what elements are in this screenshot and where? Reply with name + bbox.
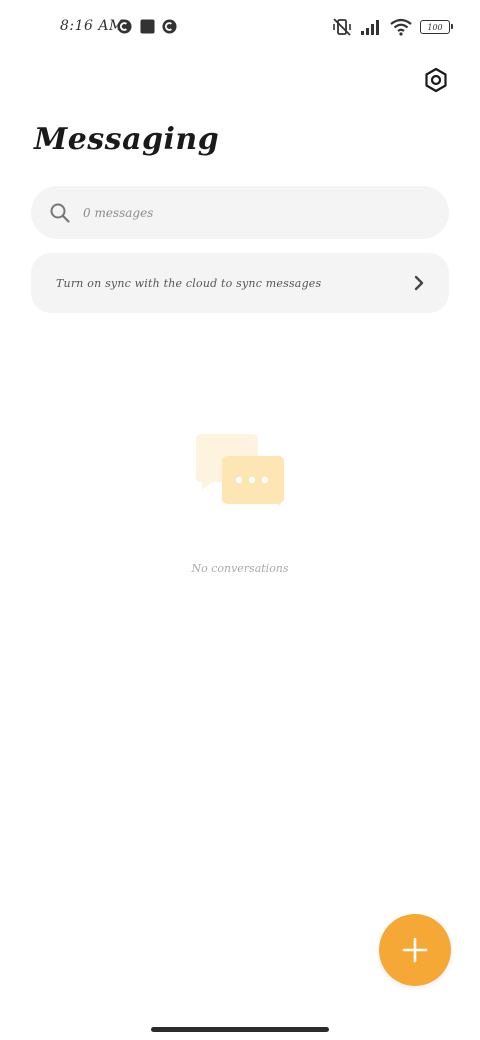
sync-banner-text: Turn on sync with the cloud to sync mess… — [56, 276, 322, 290]
status-indicators: 100 — [332, 16, 453, 38]
empty-state-text: No conversations — [191, 562, 289, 575]
cellular-signal-icon — [361, 20, 379, 35]
notification-c-icon — [162, 19, 177, 34]
status-bar: 8:16 AM 100 — [0, 0, 480, 56]
status-time: 8:16 AM — [60, 18, 124, 34]
plus-icon — [402, 937, 428, 963]
search-bar[interactable] — [31, 186, 449, 239]
chevron-right-icon — [411, 275, 427, 291]
battery-icon: 100 — [420, 20, 453, 34]
battery-level: 100 — [427, 22, 443, 32]
page-title: Messaging — [34, 122, 220, 157]
new-conversation-button[interactable] — [379, 914, 451, 986]
settings-hexagon-icon — [425, 67, 447, 93]
search-icon — [49, 202, 71, 224]
search-input[interactable] — [83, 205, 383, 220]
wifi-icon — [390, 18, 412, 36]
settings-button[interactable] — [420, 64, 452, 96]
sync-banner[interactable]: Turn on sync with the cloud to sync mess… — [31, 253, 449, 313]
chat-bubbles-icon — [196, 434, 284, 506]
vibrate-off-icon — [333, 18, 351, 36]
notification-square-icon — [140, 19, 155, 34]
gesture-nav-handle[interactable] — [151, 1027, 329, 1032]
notification-c-icon — [117, 19, 132, 34]
